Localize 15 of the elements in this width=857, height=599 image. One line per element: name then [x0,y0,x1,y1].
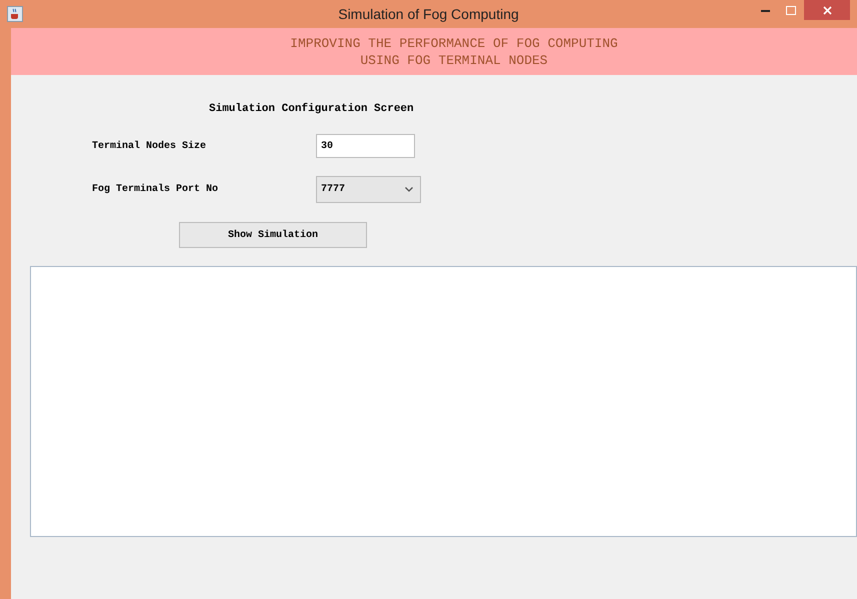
coffee-cup-icon [7,6,23,22]
chevron-down-icon [405,187,413,192]
banner-text: USING FOG TERMINAL NODES [360,52,548,68]
port-dropdown[interactable]: 7777 [316,176,421,203]
field-label: Fog Terminals Port No [91,184,220,195]
minimize-icon [760,8,770,12]
close-icon [822,6,832,14]
banner-text: IMPROVING THE PERFORMANCE OF FOG COMPUTING [290,34,618,52]
maximize-icon [786,6,796,14]
close-button[interactable] [804,0,850,20]
show-simulation-button[interactable]: Show Simulation [179,222,367,248]
input-field[interactable]: 30 [316,134,415,158]
section-heading: Simulation Configuration Screen [209,103,415,117]
window-title: Simulation of Fog Computing [338,6,519,22]
field-label: Terminal Nodes Size [91,140,208,152]
